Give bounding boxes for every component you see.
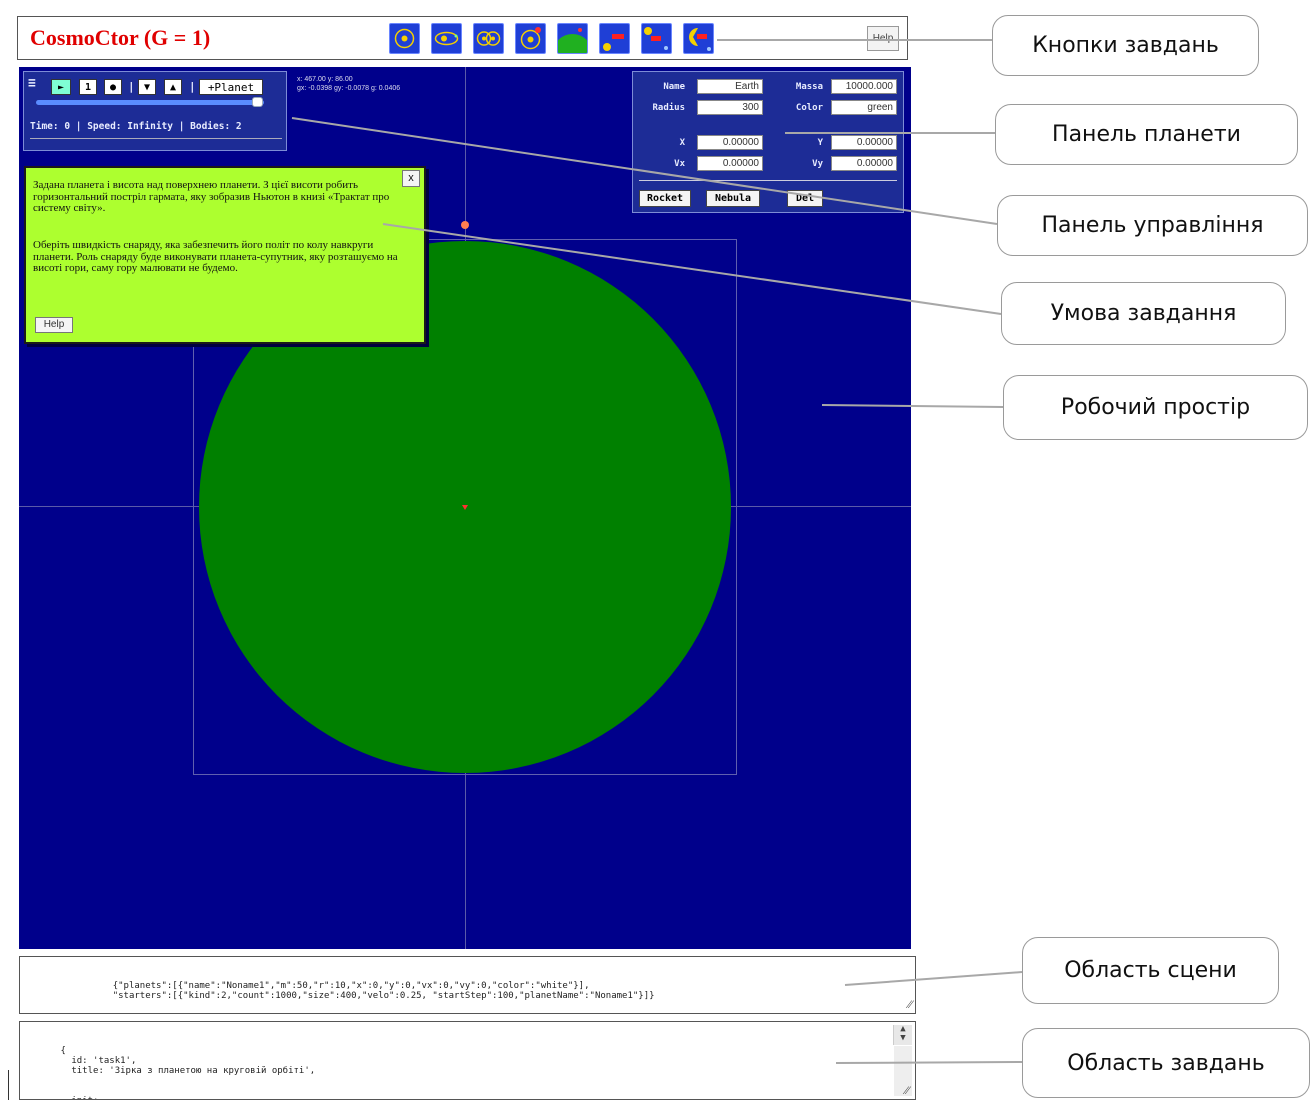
task-7-button[interactable] [641,23,672,54]
rocket-launch-icon [603,34,624,51]
resize-handle-icon[interactable]: ⁄⁄ [905,1083,909,1098]
stop-button[interactable]: ● [104,79,122,95]
satellite[interactable] [461,221,469,229]
task-6-button[interactable] [599,23,630,54]
planet-panel: Name Earth Massa 10000.000 Radius 300 Co… [632,71,904,213]
x-field[interactable]: 0.00000 [697,135,763,150]
rocket-button[interactable]: Rocket [639,190,691,207]
vx-label: Vx [674,159,685,169]
callout-workspace: Робочий простір [1003,375,1308,440]
pacman-icon [689,28,711,51]
x-label: X [679,138,685,148]
orbit-icon [394,28,415,49]
ellipse-orbit-icon [434,31,459,46]
menu-icon[interactable]: ≡ [28,76,36,91]
nebula-button[interactable]: Nebula [706,190,760,207]
add-planet-button[interactable]: +Planet [199,79,263,95]
vy-label: Vy [812,159,823,169]
callout-planet-panel: Панель планети [995,104,1298,165]
speed-slider-handle[interactable] [251,97,263,107]
color-field[interactable]: green [831,100,897,115]
task-condition-popup: x Задана планета і висота над поверхнею … [24,166,426,344]
planet-surface-icon [558,28,587,53]
coordinate-readout: x: 467.00 y: 86.00 gx: -0.0398 gy: -0.00… [297,75,400,93]
rocket-fly-icon [644,27,668,50]
divider [30,138,282,139]
radius-label: Radius [652,103,685,113]
name-label: Name [663,82,685,92]
step-button[interactable]: 1 [79,79,97,95]
massa-label: Massa [795,82,823,92]
divider [639,180,897,181]
color-label: Color [795,103,823,113]
callout-text: Кнопки завдань [1032,33,1219,58]
tasks-text: { id: 'task1', title: 'Зірка з планетою … [60,1046,316,1099]
status-line: Time: 0 | Speed: Infinity | Bodies: 2 [30,121,242,132]
separator: | [128,80,135,93]
callout-text: Область завдань [1067,1050,1265,1076]
callout-text: Умова завдання [1050,301,1237,326]
task-question: Оберіть швидкість снаряду, яка забезпечи… [33,239,398,274]
task-8-button[interactable] [683,23,714,54]
coords-xy: x: 467.00 y: 86.00 [297,76,353,83]
callout-task-buttons: Кнопки завдань [992,15,1259,76]
play-button[interactable]: ► [51,79,71,95]
scrollbar-track[interactable] [894,1046,912,1096]
task-3-button[interactable] [473,23,504,54]
radius-field[interactable]: 300 [697,100,763,115]
task-1-button[interactable] [389,23,420,54]
delete-button[interactable]: Del [787,190,823,207]
help-button[interactable]: Help [867,26,899,51]
app-title: CosmoCtor (G = 1) [30,25,211,50]
separator: | [189,80,196,93]
workspace-canvas[interactable]: ≡ ► 1 ● | ▼ ▲ | +Planet Time: 0 | Speed:… [19,67,911,949]
task-help-button[interactable]: Help [35,317,73,333]
zoom-in-button[interactable]: ▲ [164,79,182,95]
control-panel: ≡ ► 1 ● | ▼ ▲ | +Planet Time: 0 | Speed:… [23,71,287,151]
scene-textarea[interactable]: {"planets":[{"name":"Noname1","m":50,"r"… [19,956,916,1014]
y-label: Y [817,138,823,148]
name-field[interactable]: Earth [697,79,763,94]
vy-field[interactable]: 0.00000 [831,156,897,171]
task-4-button[interactable] [515,23,546,54]
vx-field[interactable]: 0.00000 [697,156,763,171]
margin-line [8,1070,9,1100]
tasks-textarea[interactable]: { id: 'task1', title: 'Зірка з планетою … [19,1021,916,1100]
task-description: Задана планета і висота над поверхнею пл… [33,179,390,214]
callout-text: Робочий простір [1060,395,1251,420]
star-planet-icon [520,27,541,50]
callout-text: Панель управління [1041,213,1264,238]
callout-control-panel: Панель управління [997,195,1308,256]
callout-text: Область сцени [1064,958,1237,983]
scroll-arrows-icon[interactable]: ▲ ▼ [893,1025,912,1045]
callout-task-condition: Умова завдання [1001,282,1286,345]
massa-field[interactable]: 10000.000 [831,79,897,94]
callout-text: Панель планети [1052,122,1241,147]
resize-handle-icon[interactable]: ⁄⁄ [908,997,912,1012]
coords-g: gx: -0.0398 gy: -0.0078 g: 0.0406 [297,85,401,92]
callout-scene-area: Область сцени [1022,937,1279,1004]
header-bar: CosmoCtor (G = 1) Help [17,16,908,60]
task-5-button[interactable] [557,23,588,54]
task-2-button[interactable] [431,23,462,54]
y-field[interactable]: 0.00000 [831,135,897,150]
speed-slider[interactable] [36,100,264,105]
double-orbit-icon [476,31,501,46]
zoom-out-button[interactable]: ▼ [138,79,156,95]
callout-tasks-area: Область завдань [1022,1028,1310,1098]
scene-text: {"planets":[{"name":"Noname1","m":50,"r"… [112,981,655,1001]
